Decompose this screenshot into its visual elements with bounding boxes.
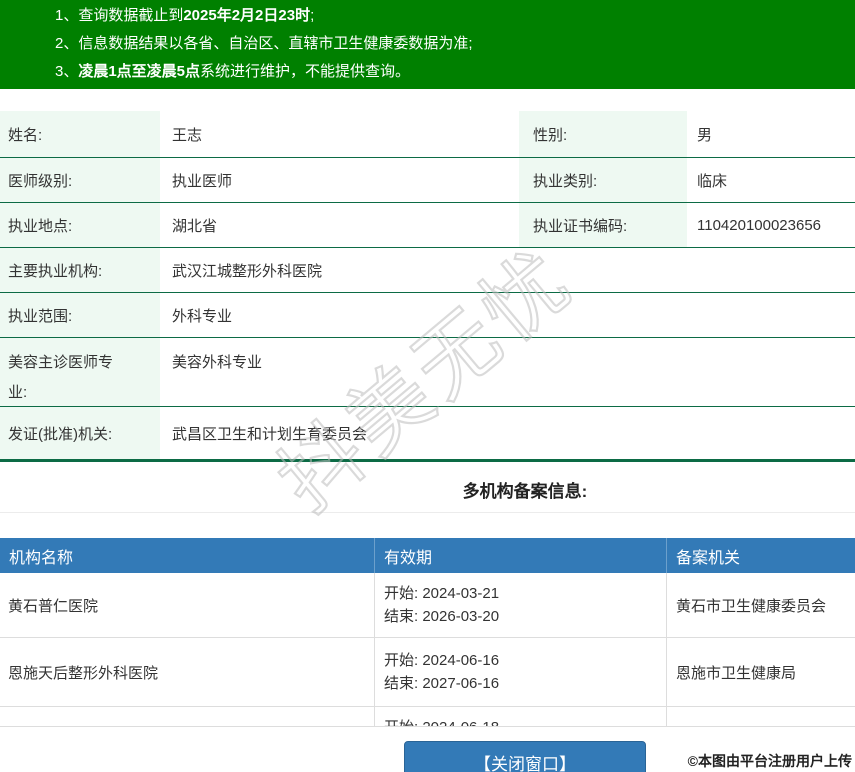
notice-line: 3、凌晨1点至凌晨5点系统进行维护，不能提供查询。 xyxy=(55,58,855,86)
filing-row: 黄石普仁医院开始: 2024-03-21结束: 2026-03-20黄石市卫生健… xyxy=(0,573,855,638)
filing-table: 机构名称 有效期 备案机关 黄石普仁医院开始: 2024-03-21结束: 20… xyxy=(0,538,855,727)
notice-text-segment: ; xyxy=(310,7,314,24)
info-row: 发证(批准)机关:武昌区卫生和计划生育委员会 xyxy=(0,407,855,462)
institution-name-cell: 恩施天后整形外科医院 xyxy=(0,638,374,706)
info-value: 武汉江城整形外科医院 xyxy=(160,248,855,292)
filing-authority-cell: 恩施市卫生健康局 xyxy=(666,638,855,706)
validity-period-cell: 开始: 2024-03-21结束: 2026-03-20 xyxy=(374,573,666,637)
validity-period-cell: 开始: 2024-06-16结束: 2027-06-16 xyxy=(374,638,666,706)
filing-row: 开始: 2024-06-18 xyxy=(0,707,855,727)
doctor-info-table: 姓名:王志性别:男医师级别:执业医师执业类别:临床执业地点:湖北省执业证书编码:… xyxy=(0,111,855,462)
info-value: 武昌区卫生和计划生育委员会 xyxy=(160,407,855,459)
filing-table-body: 黄石普仁医院开始: 2024-03-21结束: 2026-03-20黄石市卫生健… xyxy=(0,573,855,727)
filing-authority-cell: 黄石市卫生健康委员会 xyxy=(666,573,855,637)
validity-line: 结束: 2026-03-20 xyxy=(384,605,666,628)
info-label: 执业地点: xyxy=(0,203,160,247)
info-value: 外科专业 xyxy=(160,293,855,337)
notice-text-segment: 凌晨1点至凌晨5点 xyxy=(78,63,200,80)
info-label: 性别: xyxy=(519,111,687,157)
filing-row: 恩施天后整形外科医院开始: 2024-06-16结束: 2027-06-16恩施… xyxy=(0,638,855,707)
column-header-institution: 机构名称 xyxy=(0,538,374,573)
info-row: 执业范围:外科专业 xyxy=(0,293,855,338)
info-label: 执业证书编码: xyxy=(519,203,687,247)
filing-table-header: 机构名称 有效期 备案机关 xyxy=(0,538,855,573)
validity-line: 开始: 2024-06-18 xyxy=(384,716,666,727)
info-label: 发证(批准)机关: xyxy=(0,407,160,459)
notice-text-segment: 3、 xyxy=(55,63,78,80)
info-value: 临床 xyxy=(687,158,855,202)
info-row: 医师级别:执业医师执业类别:临床 xyxy=(0,158,855,203)
info-row: 执业地点:湖北省执业证书编码:110420100023656 xyxy=(0,203,855,248)
info-label: 姓名: xyxy=(0,111,160,157)
info-label: 医师级别: xyxy=(0,158,160,202)
info-row: 美容主诊医师专业:美容外科专业 xyxy=(0,338,855,407)
validity-line: 开始: 2024-06-16 xyxy=(384,649,666,672)
info-row: 姓名:王志性别:男 xyxy=(0,111,855,158)
filing-section-title: 多机构备案信息: xyxy=(195,477,855,502)
query-result-page: 1、查询数据截止到2025年2月2日23时; 2、信息数据结果以各省、自治区、直辖… xyxy=(0,0,855,772)
info-label: 美容主诊医师专业: xyxy=(0,338,160,406)
info-value: 执业医师 xyxy=(160,158,519,202)
notice-banner: 1、查询数据截止到2025年2月2日23时; 2、信息数据结果以各省、自治区、直辖… xyxy=(0,0,855,89)
info-value: 男 xyxy=(687,111,855,157)
notice-text-segment: 2025年2月2日23时 xyxy=(183,7,310,24)
notice-text-segment: 系统进行维护，不能提供查询。 xyxy=(200,63,410,80)
filing-authority-cell xyxy=(666,707,855,727)
info-label: 主要执业机构: xyxy=(0,248,160,292)
info-value: 湖北省 xyxy=(160,203,519,247)
column-header-validity: 有效期 xyxy=(374,538,666,573)
info-label: 执业范围: xyxy=(0,293,160,337)
column-header-authority: 备案机关 xyxy=(666,538,855,573)
notice-line: 2、信息数据结果以各省、自治区、直辖市卫生健康委数据为准; xyxy=(55,30,855,58)
validity-line: 结束: 2027-06-16 xyxy=(384,672,666,695)
info-value: 王志 xyxy=(160,111,519,157)
info-row: 主要执业机构:武汉江城整形外科医院 xyxy=(0,248,855,293)
validity-period-cell: 开始: 2024-06-18 xyxy=(374,707,666,727)
notice-line: 1、查询数据截止到2025年2月2日23时; xyxy=(55,2,855,30)
close-window-button[interactable]: 【关闭窗口】 xyxy=(404,741,646,772)
notice-text-segment: 1、查询数据截止到 xyxy=(55,7,183,24)
institution-name-cell xyxy=(0,707,374,727)
info-label: 执业类别: xyxy=(519,158,687,202)
validity-line: 开始: 2024-03-21 xyxy=(384,582,666,605)
notice-text-segment: 2、信息数据结果以各省、自治区、直辖市卫生健康委数据为准; xyxy=(55,35,473,52)
info-value: 110420100023656 xyxy=(687,203,855,247)
info-value: 美容外科专业 xyxy=(160,338,855,406)
section-divider xyxy=(0,512,855,513)
institution-name-cell: 黄石普仁医院 xyxy=(0,573,374,637)
uploader-watermark-note: ©本图由平台注册用户上传 xyxy=(688,751,852,771)
